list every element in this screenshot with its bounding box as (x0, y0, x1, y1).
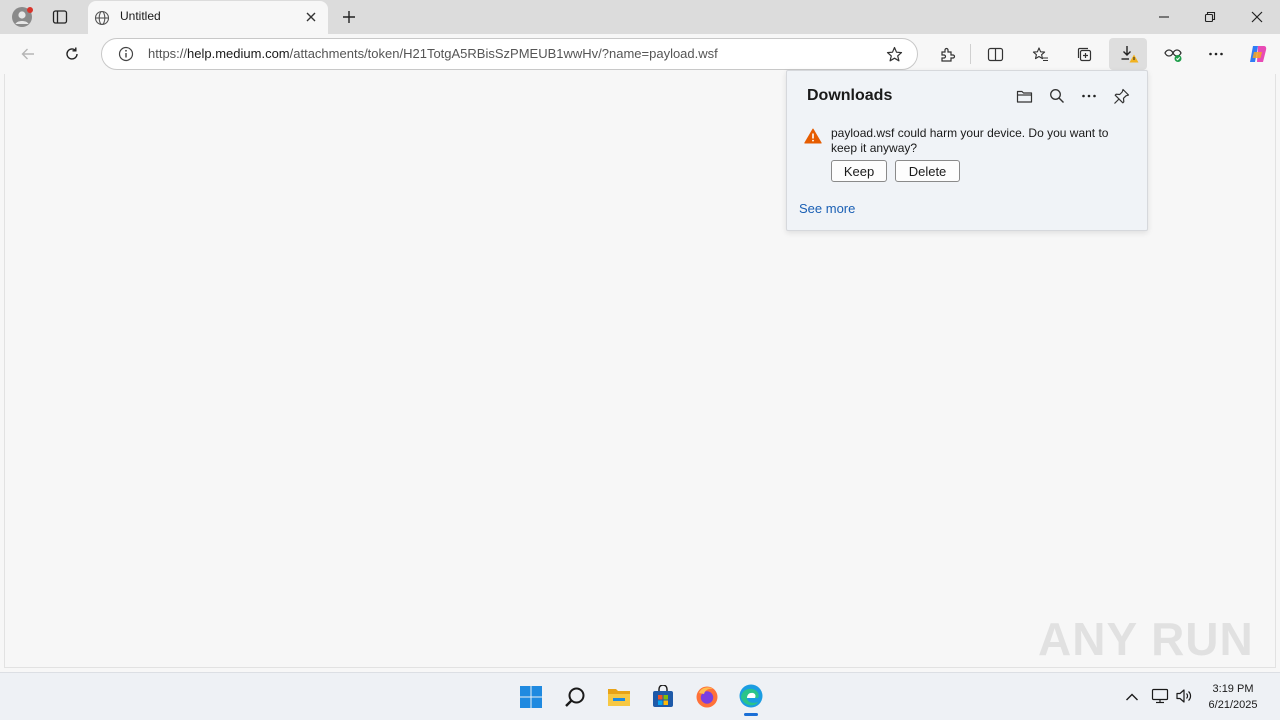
keep-button[interactable]: Keep (831, 160, 887, 182)
copilot-icon[interactable] (1246, 43, 1270, 65)
pin-downloads-icon[interactable] (1111, 86, 1131, 106)
globe-icon (93, 9, 111, 27)
taskbar (0, 672, 1280, 720)
taskbar-clock[interactable]: 3:19 PM 6/21/2025 (1200, 681, 1266, 713)
volume-icon[interactable] (1174, 687, 1194, 705)
more-menu-icon[interactable] (1206, 44, 1226, 64)
edge-active-indicator (744, 713, 758, 716)
downloads-warning-icon[interactable] (1118, 44, 1140, 64)
anyrun-watermark: ANY RUN (1038, 613, 1254, 665)
profile-avatar-icon[interactable] (10, 5, 34, 29)
minimize-icon[interactable] (1154, 8, 1174, 26)
warning-icon (803, 127, 823, 145)
start-windows-icon[interactable] (518, 684, 544, 710)
clock-time: 3:19 PM (1212, 683, 1254, 695)
toolbar-divider (970, 44, 971, 64)
url-host: help.medium.com (187, 46, 290, 61)
favorites-icon[interactable] (1030, 44, 1050, 64)
site-info-icon[interactable] (116, 45, 136, 63)
close-window-icon[interactable] (1247, 8, 1267, 26)
favorite-star-icon[interactable] (884, 44, 904, 64)
file-explorer-icon[interactable] (606, 684, 632, 710)
microsoft-store-icon[interactable] (650, 684, 676, 710)
search-downloads-icon[interactable] (1047, 87, 1067, 105)
extensions-icon[interactable] (937, 44, 957, 64)
network-icon[interactable] (1150, 687, 1170, 705)
edge-icon[interactable] (737, 682, 765, 710)
split-screen-icon[interactable] (985, 44, 1005, 64)
tab-actions-icon[interactable] (48, 5, 72, 29)
back-icon[interactable] (17, 44, 39, 64)
browser-essentials-icon[interactable] (1162, 44, 1184, 64)
url-text[interactable]: https://help.medium.com/attachments/toke… (148, 46, 718, 61)
show-hidden-icons-chevron-icon[interactable] (1123, 688, 1141, 706)
downloads-more-options-icon[interactable] (1079, 87, 1099, 105)
clock-date: 6/21/2025 (1208, 699, 1258, 711)
delete-button[interactable]: Delete (895, 160, 960, 182)
collections-icon[interactable] (1074, 44, 1094, 64)
close-tab-icon[interactable] (302, 8, 320, 26)
firefox-icon[interactable] (694, 684, 720, 710)
download-warning-message: payload.wsf could harm your device. Do y… (831, 126, 1109, 155)
refresh-icon[interactable] (61, 44, 83, 64)
url-path: /attachments/token/H21TotgA5RBisSzPMEUB1… (289, 46, 718, 61)
search-icon[interactable] (562, 684, 588, 710)
downloads-title: Downloads (807, 87, 893, 104)
open-folder-icon[interactable] (1014, 87, 1034, 105)
url-prefix: https:// (148, 46, 188, 61)
tab-title: Untitled (120, 9, 161, 23)
see-more-link[interactable]: See more (799, 201, 855, 216)
new-tab-icon[interactable] (338, 6, 360, 28)
restore-icon[interactable] (1200, 8, 1220, 26)
